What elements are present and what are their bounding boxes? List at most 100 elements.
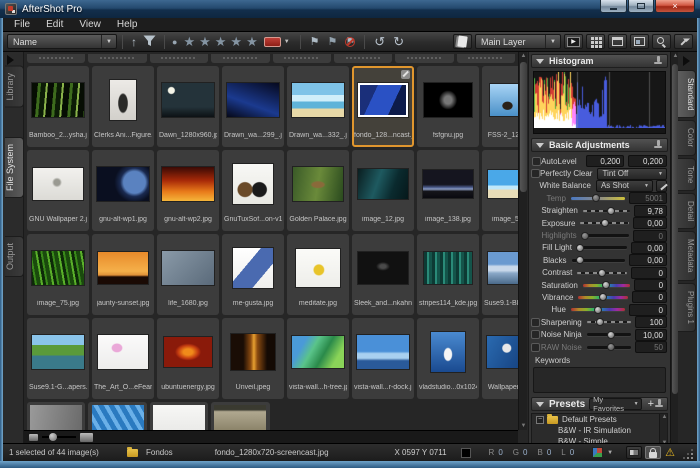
thumbnail-cell-partial[interactable] <box>211 402 269 430</box>
thumbnail-cell[interactable]: vista-wall...h-tree.jpg <box>287 318 349 399</box>
sort-by-dropdown[interactable]: Name▼ <box>7 34 117 49</box>
thumbnail-cell[interactable]: fsfgnu.jpg <box>417 66 479 147</box>
layers-icon[interactable] <box>453 34 472 49</box>
thumbnail-cell-partial[interactable] <box>88 54 146 63</box>
browse-top-layout-icon[interactable] <box>608 34 627 49</box>
thumbnail-cell[interactable]: Drawn_wa...332_.jpg <box>287 66 349 147</box>
checkbox-noise-ninja[interactable] <box>531 330 540 339</box>
panel-tab-tone[interactable]: Tone <box>678 158 696 191</box>
thumbnail-cell[interactable]: Dawn_1280x960.jpg <box>157 66 219 147</box>
no-flag-icon[interactable]: ⚑ <box>345 35 355 48</box>
maximize-button[interactable] <box>628 0 654 13</box>
current-folder[interactable]: Fondos <box>146 448 173 457</box>
thumbnail-size-slider[interactable] <box>42 436 76 438</box>
presets-scrollbar[interactable]: ▲ ▼ <box>659 414 667 446</box>
basic-adjustments-header[interactable]: Basic Adjustments <box>531 138 668 152</box>
thumbnail-cell[interactable]: The_Art_O...eFear.jpg <box>92 318 154 399</box>
thumbnail-cell-partial[interactable] <box>88 402 146 430</box>
thumbnail-cell[interactable]: stripes114_kde.jpg <box>417 234 479 315</box>
panel-tab-metadata[interactable]: Metadata <box>678 231 696 280</box>
slider-noise-ninja[interactable] <box>587 333 631 336</box>
thumbnail-cell-partial[interactable] <box>273 54 331 63</box>
thumbnail-cell[interactable]: ubuntuenergy.jpg <box>157 318 219 399</box>
slider-contrast[interactable] <box>577 272 627 274</box>
thumbnail-cell[interactable]: fondo_128...ncast.jpg <box>352 66 414 147</box>
collapse-left-panel-icon[interactable] <box>7 55 14 65</box>
thumbnail-cell-partial[interactable] <box>395 54 453 63</box>
slider-thumb[interactable] <box>594 306 602 314</box>
thumbnail-cell[interactable]: image_138.jpg <box>417 150 479 231</box>
thumbnail-cell[interactable]: jaunty-sunset.jpg <box>92 234 154 315</box>
rotate-ccw-icon[interactable]: ↺ <box>374 34 385 50</box>
checkbox-raw-noise[interactable] <box>531 343 540 352</box>
star-3-icon[interactable]: ★ <box>215 34 227 50</box>
checkered-flag-icon[interactable]: ⚑ <box>328 35 338 48</box>
large-thumbnail-icon[interactable] <box>80 433 93 442</box>
fullscreen-icon[interactable] <box>674 34 693 49</box>
thumbnail-cell[interactable]: Suse9.1-G...apers.jpg <box>27 318 89 399</box>
thumbnail-cell[interactable]: me-gusta.jpg <box>222 234 284 315</box>
slider-blacks[interactable] <box>572 259 626 262</box>
thumbnail-cell-partial[interactable] <box>150 54 208 63</box>
slider-thumb[interactable] <box>607 343 615 351</box>
lock-icon[interactable] <box>645 446 661 459</box>
panel-tab-detail[interactable]: Detail <box>678 193 696 229</box>
slider-exposure[interactable] <box>580 222 628 224</box>
minimize-button[interactable] <box>600 0 627 13</box>
proof-icon[interactable] <box>626 446 642 459</box>
close-button[interactable]: × <box>655 0 695 13</box>
slider-raw-noise[interactable] <box>587 346 631 349</box>
slider-saturation[interactable] <box>583 284 630 287</box>
color-label-swatch[interactable] <box>264 37 281 47</box>
thumbnail-cell[interactable]: GNU Wallpaper 2.jpg <box>27 150 89 231</box>
presets-dropdown[interactable]: My Favorites▼ <box>589 398 641 410</box>
sidebar-tab-output[interactable]: Output <box>5 236 24 277</box>
slider-thumb[interactable] <box>602 281 610 289</box>
right-panel-scrollbar[interactable]: ▲ <box>670 52 678 443</box>
thumbnail-cell[interactable]: Drawn_wa...299_.jpg <box>222 66 284 147</box>
thumbnail-cell-partial[interactable] <box>27 54 85 63</box>
field-autolevel-1[interactable]: 0,200 <box>628 155 667 167</box>
sort-direction-icon[interactable]: ↑ <box>131 36 137 48</box>
pin-icon[interactable] <box>654 399 663 409</box>
thumbnail-cell[interactable]: vista-wall...r-dock.jpg <box>352 318 414 399</box>
menu-item-view[interactable]: View <box>72 19 108 30</box>
pin-icon[interactable] <box>653 56 663 66</box>
slider-fill-light[interactable] <box>577 246 627 249</box>
preset-item-b-w-ir-simulation[interactable]: B&W - IR Simulation <box>532 425 667 436</box>
thumbnail-cell[interactable]: image_12.jpg <box>352 150 414 231</box>
checkbox-autolevel[interactable] <box>532 157 541 166</box>
thumbnail-cell[interactable]: Sleek_and...nkahn.jpg <box>352 234 414 315</box>
thumbnail-cell[interactable]: Golden Palace.jpg <box>287 150 349 231</box>
scroll-up-icon[interactable]: ▲ <box>520 53 527 59</box>
panel-tab-plugins-1[interactable]: Plugins 1 <box>678 283 696 332</box>
field-autolevel-0[interactable]: 0,200 <box>586 155 625 167</box>
thumbnail-cell[interactable]: gnu-alt-wp1.jpg <box>92 150 154 231</box>
slider-hue[interactable] <box>571 308 625 311</box>
slider-thumb[interactable] <box>601 219 609 227</box>
grid-scrollbar[interactable]: ▲ ▼ <box>518 52 527 430</box>
thumbnail-cell[interactable]: Suse9.1-Bl...papers.jpg <box>482 234 518 315</box>
small-thumbnail-icon[interactable] <box>29 434 38 441</box>
checkbox-perfectly-clear[interactable] <box>531 169 540 178</box>
eyedropper-button[interactable] <box>656 180 667 192</box>
slider-highlights[interactable] <box>582 234 629 237</box>
dropdown-perfectly-clear[interactable]: Tint Off▼ <box>597 168 667 180</box>
thumbnail-cell[interactable]: GnuTuxSof...on-v1.jpg <box>222 150 284 231</box>
zero-star-dot-icon[interactable]: ● <box>172 37 177 47</box>
star-4-icon[interactable]: ★ <box>230 34 242 50</box>
star-1-icon[interactable]: ★ <box>183 34 195 50</box>
slider-thumb[interactable] <box>599 293 607 301</box>
thumbnail-size-slider-thumb[interactable] <box>49 433 57 441</box>
slider-sharpening[interactable] <box>587 321 631 323</box>
slideshow-icon[interactable]: ▶ <box>564 34 583 49</box>
star-2-icon[interactable]: ★ <box>199 34 211 50</box>
pin-icon[interactable] <box>653 140 663 150</box>
rotate-cw-icon[interactable]: ↻ <box>393 34 404 50</box>
slider-vibrance[interactable] <box>578 296 627 299</box>
slider-straighten[interactable] <box>583 210 630 212</box>
layer-dropdown[interactable]: Main Layer▼ <box>475 34 561 49</box>
star-5-icon[interactable]: ★ <box>246 34 258 50</box>
panel-tab-standard[interactable]: Standard <box>678 70 696 118</box>
thumbnail-cell-partial[interactable] <box>211 54 269 63</box>
